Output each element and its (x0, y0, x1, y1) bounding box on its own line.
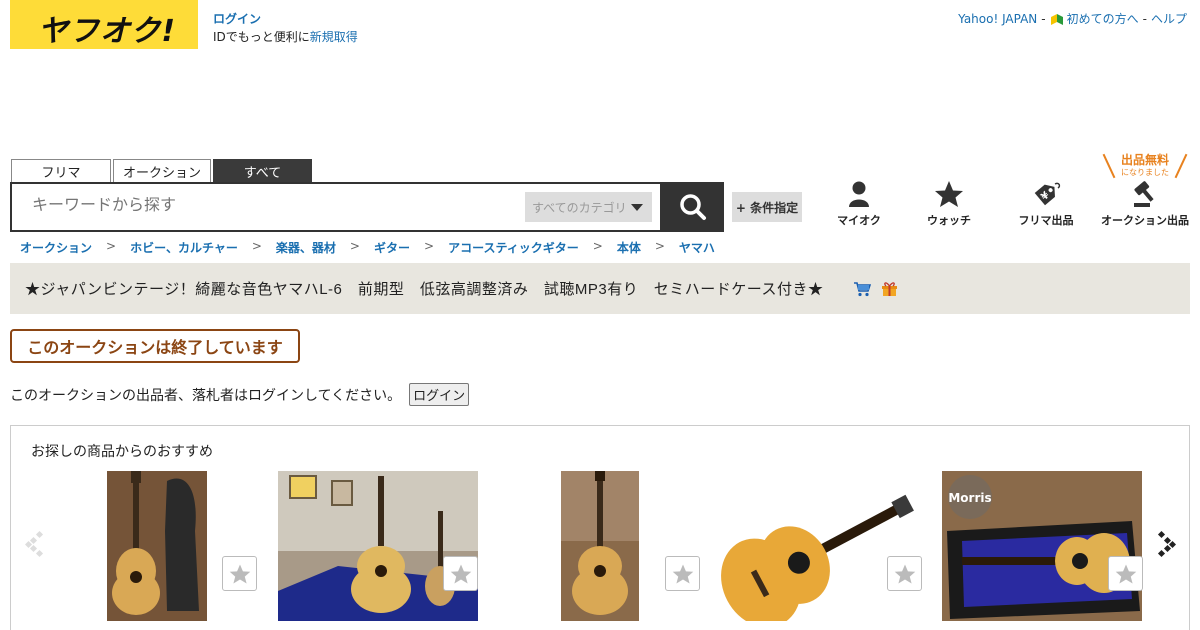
category-select-label: すべてのカテゴリ (532, 200, 627, 215)
title-icons (853, 281, 899, 297)
breadcrumb-auction[interactable]: オークション (20, 239, 92, 256)
guitar-photo-2 (278, 471, 478, 621)
nav-auction-sell-label: オークション出品 (1101, 214, 1189, 227)
nav-auction-sell[interactable]: オークション出品 (1097, 180, 1193, 228)
carousel-next-icon[interactable] (1156, 529, 1176, 559)
breadcrumb: オークション > ホビー、カルチャー > 楽器、器材 > ギター > アコーステ… (20, 239, 715, 256)
separator: - (1142, 11, 1147, 26)
star-icon (229, 563, 250, 584)
watch-star-button[interactable] (665, 556, 700, 591)
star-icon (450, 563, 471, 584)
breadcrumb-separator: > (654, 239, 665, 253)
category-select[interactable]: すべてのカテゴリ (525, 192, 652, 222)
watch-star-button[interactable] (1108, 556, 1143, 591)
carousel-prev-icon[interactable] (25, 529, 45, 559)
present-icon (882, 281, 898, 296)
item-title: ★ジャパンビンテージ！綺麗な音色ヤマハL-6 前期型 低弦高調整済み 試聴MP3… (25, 281, 824, 298)
cart-icon (854, 281, 872, 296)
free-listing-badge: 出品無料 になりました (1102, 151, 1188, 179)
tab-all[interactable]: すべて (213, 159, 312, 182)
guitar-photo-1 (107, 471, 207, 621)
breadcrumb-separator: > (592, 239, 603, 253)
price-tag-icon: ¥ (1034, 182, 1061, 206)
star-icon (894, 563, 915, 584)
condition-button[interactable]: + 条件指定 (732, 192, 802, 222)
watch-star-button[interactable] (443, 556, 478, 591)
svg-text:Morris: Morris (948, 491, 991, 505)
nav-myauc-label: マイオク (837, 214, 881, 227)
separator: - (1041, 11, 1046, 26)
breadcrumb-acoustic[interactable]: アコースティックギター (448, 239, 579, 256)
first-time-link[interactable]: 初めての方へ (1067, 10, 1139, 27)
nav-flea-sell[interactable]: ¥ フリマ出品 (1011, 180, 1081, 228)
help-link[interactable]: ヘルプ (1151, 10, 1187, 27)
star-icon (935, 181, 963, 207)
user-icon (849, 181, 869, 207)
login-button[interactable]: ログイン (409, 383, 470, 406)
search-input[interactable] (32, 197, 332, 215)
nav-myauc[interactable]: マイオク (831, 180, 887, 228)
breadcrumb-separator: > (424, 239, 435, 253)
login-notice: このオークションの出品者、落札者はログインしてください。 ログイン (10, 383, 470, 406)
breadcrumb-yamaha[interactable]: ヤマハ (679, 239, 715, 256)
login-prompt: IDでもっと便利に (213, 30, 310, 44)
watch-star-button[interactable] (222, 556, 257, 591)
auction-ended-notice: このオークションは終了しています (10, 329, 300, 363)
gavel-icon (1134, 181, 1154, 207)
login-block: ログイン IDでもっと便利に新規取得 (213, 10, 358, 46)
breadcrumb-separator: > (106, 239, 117, 253)
guitar-photo-3 (561, 471, 639, 621)
top-links: Yahoo! JAPAN - 初めての方へ - ヘルプ (958, 10, 1187, 27)
breadcrumb-guitar[interactable]: ギター (374, 239, 410, 256)
guitar-photo-5: Morris (942, 471, 1142, 621)
star-icon (672, 563, 693, 584)
recommend-item-image[interactable] (278, 471, 478, 621)
search-icon (680, 194, 706, 220)
recommend-heading: お探しの商品からのおすすめ (31, 444, 213, 460)
recommend-item-image[interactable] (561, 471, 639, 621)
nav-watch-label: ウォッチ (927, 214, 971, 227)
search-box: すべてのカテゴリ (10, 182, 662, 232)
tab-auction[interactable]: オークション (113, 159, 211, 182)
login-link[interactable]: ログイン (213, 12, 261, 26)
login-notice-text: このオークションの出品者、落札者はログインしてください。 (10, 387, 402, 404)
yahuoku-logo[interactable]: ヤフオク! (10, 0, 198, 49)
guitar-photo-4 (721, 471, 921, 621)
recommend-item-image[interactable] (107, 471, 207, 621)
breadcrumb-body[interactable]: 本体 (617, 239, 641, 256)
recommend-item-image[interactable] (721, 471, 921, 621)
nav-flea-sell-label: フリマ出品 (1018, 214, 1074, 227)
search-button[interactable] (662, 182, 724, 232)
nav-watch[interactable]: ウォッチ (921, 180, 977, 228)
item-title-bar: ★ジャパンビンテージ！綺麗な音色ヤマハL-6 前期型 低弦高調整済み 試聴MP3… (10, 263, 1190, 314)
recommend-panel: お探しの商品からのおすすめ Morris (10, 425, 1190, 630)
logo-text: ヤフオク! (38, 14, 177, 49)
header-nav: マイオク ウォッチ ¥ フリマ出品 オークション出品 (815, 180, 1195, 230)
breadcrumb-separator: > (251, 239, 262, 253)
star-icon (1115, 563, 1136, 584)
search-tabs: フリマ オークション すべて (11, 159, 314, 182)
free-badge-main: 出品無料 (1120, 153, 1169, 167)
caret-down-icon (631, 204, 643, 211)
breadcrumb-separator: > (349, 239, 360, 253)
recommend-item-image[interactable]: Morris (942, 471, 1142, 621)
breadcrumb-hobby[interactable]: ホビー、カルチャー (130, 239, 238, 256)
tab-flea-market[interactable]: フリマ (11, 159, 111, 182)
breadcrumb-instruments[interactable]: 楽器、器材 (276, 239, 336, 256)
beginner-mark-icon (1050, 13, 1063, 25)
register-link[interactable]: 新規取得 (310, 30, 358, 44)
watch-star-button[interactable] (887, 556, 922, 591)
yahoo-japan-link[interactable]: Yahoo! JAPAN (958, 12, 1037, 26)
